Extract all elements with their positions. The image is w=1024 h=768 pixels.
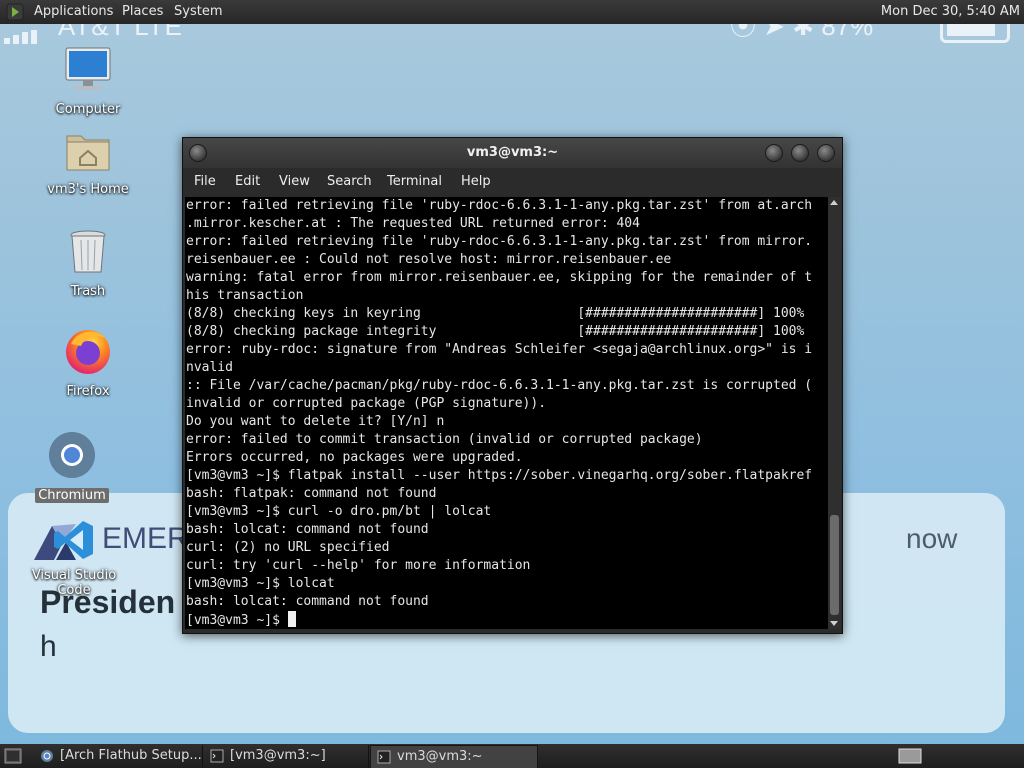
terminal-line: reisenbauer.ee : Could not resolve host:… <box>186 252 672 267</box>
terminal-cursor <box>287 611 296 627</box>
desktop-icon-label: vm3's Home <box>47 182 129 197</box>
bottom-panel: [Arch Flathub Setup... [vm3@vm3:~] vm3@v… <box>0 744 1024 768</box>
terminal-line: invalid or corrupted package (PGP signat… <box>186 396 547 411</box>
menu-file[interactable]: File <box>194 168 216 196</box>
terminal-scrollbar[interactable] <box>828 197 841 629</box>
trash-icon <box>70 230 106 273</box>
taskbar-item-label: [vm3@vm3:~] <box>230 748 326 763</box>
top-panel: Applications Places System Mon Dec 30, 5… <box>0 0 1024 24</box>
taskbar-item-label: [Arch Flathub Setup... <box>60 748 202 763</box>
terminal-line: error: ruby-rdoc: signature from "Andrea… <box>186 342 813 357</box>
terminal-line: [vm3@vm3 ~]$ flatpak install --user http… <box>186 468 813 483</box>
desktop-icon-label: Trash <box>70 284 106 299</box>
minimize-icon[interactable] <box>765 144 783 162</box>
computer-icon <box>65 47 111 90</box>
show-desktop-icon[interactable] <box>4 748 22 764</box>
distro-menu-icon[interactable] <box>6 3 24 21</box>
workspace-switcher-icon[interactable] <box>898 748 922 764</box>
home-folder-icon <box>66 135 110 171</box>
terminal-icon <box>210 749 224 763</box>
notification-body: h <box>40 630 57 663</box>
terminal-line: bash: lolcat: command not found <box>186 522 429 537</box>
menu-view[interactable]: View <box>279 168 310 196</box>
terminal-line: warning: fatal error from mirror.reisenb… <box>186 270 813 285</box>
terminal-line: Do you want to delete it? [Y/n] n <box>186 414 445 429</box>
signal-bars-icon <box>4 26 40 44</box>
terminal-line: nvalid <box>186 360 233 375</box>
terminal-line: (8/8) checking package integrity [######… <box>186 324 805 339</box>
desktop-icon-label: Firefox <box>66 384 110 399</box>
notification-time: now <box>906 523 958 554</box>
desktop-icon-trash[interactable]: Trash <box>38 228 138 299</box>
taskbar-item-browser[interactable]: [Arch Flathub Setup... <box>34 745 203 767</box>
panel-clock[interactable]: Mon Dec 30, 5:40 AM <box>881 0 1020 24</box>
taskbar-item-terminal-2[interactable]: vm3@vm3:~ <box>370 745 538 768</box>
terminal-line: Errors occurred, no packages were upgrad… <box>186 450 523 465</box>
applications-menu[interactable]: Applications <box>34 0 113 24</box>
scrollbar-thumb[interactable] <box>830 515 839 615</box>
terminal-line: .mirror.kescher.at : The requested URL r… <box>186 216 640 231</box>
close-icon[interactable] <box>817 144 835 162</box>
terminal-title: vm3@vm3:~ <box>466 145 559 160</box>
terminal-line: bash: flatpak: command not found <box>186 486 437 501</box>
terminal-lines: error: failed retrieving file 'ruby-rdoc… <box>185 197 828 629</box>
terminal-line: [vm3@vm3 ~]$ lolcat <box>186 576 335 591</box>
terminal-line: error: failed retrieving file 'ruby-rdoc… <box>186 198 813 213</box>
desktop-icon-label: Computer <box>55 102 121 117</box>
window-menu-icon[interactable] <box>189 144 207 162</box>
terminal-line: error: failed to commit transaction (inv… <box>186 432 703 447</box>
terminal-prompt-line[interactable]: [vm3@vm3 ~]$ <box>186 611 828 629</box>
desktop-icon-vscode[interactable]: Visual Studio Code <box>14 518 134 598</box>
terminal-line: (8/8) checking keys in keyring [########… <box>186 306 805 321</box>
vscode-icon <box>54 521 93 559</box>
terminal-icon <box>377 750 391 764</box>
desktop-icon-label: Chromium <box>35 488 109 503</box>
desktop-icon-firefox[interactable]: Firefox <box>38 326 138 399</box>
scroll-up-icon[interactable] <box>830 200 838 205</box>
firefox-icon <box>66 330 110 374</box>
terminal-line: curl: (2) no URL specified <box>186 540 390 555</box>
taskbar-item-terminal-1[interactable]: [vm3@vm3:~] <box>204 745 369 767</box>
scroll-down-icon[interactable] <box>830 621 838 626</box>
chromium-icon <box>49 432 95 478</box>
wallpaper-phone-statusbar: AT&T LTE ⦿ ➤ ✱ 87% <box>0 24 1024 44</box>
menu-search[interactable]: Search <box>327 168 372 196</box>
terminal-output[interactable]: error: failed retrieving file 'ruby-rdoc… <box>185 197 828 629</box>
terminal-titlebar[interactable]: vm3@vm3:~ <box>183 138 842 168</box>
terminal-line: error: failed retrieving file 'ruby-rdoc… <box>186 234 813 249</box>
wallpaper-status-right: ⦿ ➤ ✱ 87% <box>730 24 874 41</box>
terminal-line: curl: try 'curl --help' for more informa… <box>186 558 531 573</box>
menu-edit[interactable]: Edit <box>235 168 260 196</box>
desktop-icon-home[interactable]: vm3's Home <box>38 128 138 197</box>
desktop-icon-label: Visual Studio Code <box>31 568 117 598</box>
terminal-line: his transaction <box>186 288 304 303</box>
system-menu[interactable]: System <box>174 0 222 24</box>
terminal-line: bash: lolcat: command not found <box>186 594 429 609</box>
desktop-icon-chromium[interactable]: Chromium <box>22 430 122 503</box>
terminal-line: :: File /var/cache/pacman/pkg/ruby-rdoc-… <box>186 378 813 393</box>
menu-help[interactable]: Help <box>461 168 491 196</box>
terminal-prompt: [vm3@vm3 ~]$ <box>186 613 288 628</box>
terminal-line: [vm3@vm3 ~]$ curl -o dro.pm/bt | lolcat <box>186 504 492 519</box>
desktop-icon-computer[interactable]: Computer <box>38 46 138 117</box>
menu-terminal[interactable]: Terminal <box>387 168 442 196</box>
taskbar-item-label: vm3@vm3:~ <box>397 749 483 764</box>
terminal-window[interactable]: vm3@vm3:~ File Edit View Search Terminal… <box>182 137 843 634</box>
wallpaper-carrier-text: AT&T LTE <box>58 24 184 41</box>
browser-icon <box>41 750 53 762</box>
battery-icon <box>940 24 1010 43</box>
maximize-icon[interactable] <box>791 144 809 162</box>
terminal-menubar: File Edit View Search Terminal Help <box>183 168 842 196</box>
places-menu[interactable]: Places <box>122 0 163 24</box>
